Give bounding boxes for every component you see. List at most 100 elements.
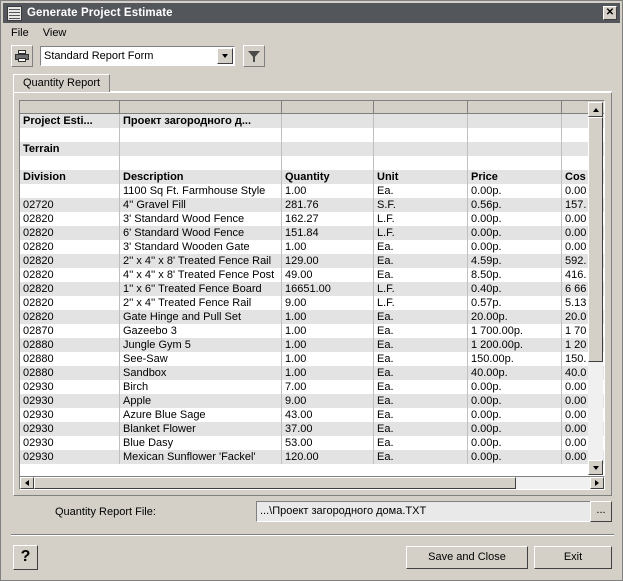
table-row[interactable]: 1100 Sq Ft. Farmhouse Style 1.00 Ea. 0.00р.… bbox=[20, 184, 604, 198]
table-row[interactable]: 02820 3' Standard Wooden Gate 1.00 Ea. 0.00р… bbox=[20, 240, 604, 254]
scroll-down-icon[interactable] bbox=[588, 460, 603, 475]
cell-price: 20.00р. bbox=[468, 310, 562, 324]
print-button[interactable] bbox=[11, 45, 33, 67]
cell-price: 40.00р. bbox=[468, 366, 562, 380]
cell-price: 0.00р. bbox=[468, 408, 562, 422]
table-row[interactable]: 02720 4'' Gravel Fill 281.76 S.F. 0.56р. 157. bbox=[20, 198, 604, 212]
cell-description: 3' Standard Wood Fence bbox=[120, 212, 282, 226]
meta-row-blank-1[interactable] bbox=[20, 128, 604, 142]
cell-description: 3' Standard Wooden Gate bbox=[120, 240, 282, 254]
col-header-4[interactable] bbox=[468, 101, 562, 114]
exit-button[interactable]: Exit bbox=[534, 546, 612, 569]
browse-button[interactable]: ... bbox=[590, 501, 612, 522]
cell-price: 0.00р. bbox=[468, 380, 562, 394]
save-and-close-button[interactable]: Save and Close bbox=[406, 546, 528, 569]
scroll-left-icon[interactable] bbox=[20, 477, 34, 489]
cell-description: Gate Hinge and Pull Set bbox=[120, 310, 282, 324]
cell-unit: Ea. bbox=[374, 380, 468, 394]
horizontal-scrollbar[interactable] bbox=[19, 476, 605, 490]
cell-description: Birch bbox=[120, 380, 282, 394]
table-row[interactable]: 02930 Blanket Flower 37.00 Ea. 0.00р. 0.00 bbox=[20, 422, 604, 436]
table-row[interactable]: 02930 Apple 9.00 Ea. 0.00р. 0.00 bbox=[20, 394, 604, 408]
cell-price: 0.00р. bbox=[468, 226, 562, 240]
table-row[interactable]: 02820 1'' x 6'' Treated Fence Board 16651.… bbox=[20, 282, 604, 296]
table-row[interactable]: 02820 4'' x 4'' x 8' Treated Fence Post 49… bbox=[20, 268, 604, 282]
meta-row-project-estimate[interactable]: Project Esti... Проект загородного д... bbox=[20, 114, 604, 128]
chevron-down-icon[interactable] bbox=[217, 48, 233, 64]
cell-description: Blanket Flower bbox=[120, 422, 282, 436]
table-row[interactable]: 02930 Blue Dasy 53.00 Ea. 0.00р. 0.00 bbox=[20, 436, 604, 450]
cell-division: 02930 bbox=[20, 394, 120, 408]
table-row[interactable]: 02880 Sandbox 1.00 Ea. 40.00р. 40.0 bbox=[20, 366, 604, 380]
quantity-report-file-input[interactable]: ...\Проект загородного дома.TXT bbox=[256, 501, 601, 522]
cell-description: Mexican Sunflower 'Fackel' bbox=[120, 450, 282, 464]
cell-unit: Ea. bbox=[374, 366, 468, 380]
cell-quantity: 151.84 bbox=[282, 226, 374, 240]
cell-division: 02880 bbox=[20, 338, 120, 352]
table-row[interactable]: 02870 Gazeebo 3 1.00 Ea. 1 700.00р. 1 70 bbox=[20, 324, 604, 338]
table-row[interactable]: 02930 Mexican Sunflower 'Fackel' 120.00 Ea.… bbox=[20, 450, 604, 464]
cell-unit: Ea. bbox=[374, 254, 468, 268]
scroll-up-icon[interactable] bbox=[588, 102, 603, 117]
col-header-3[interactable] bbox=[374, 101, 468, 114]
table-row[interactable]: 02880 Jungle Gym 5 1.00 Ea. 1 200.00р. 1 20 bbox=[20, 338, 604, 352]
cell-quantity: 16651.00 bbox=[282, 282, 374, 296]
meta-value bbox=[120, 128, 282, 142]
column-header-unit: Unit bbox=[374, 170, 468, 184]
menu-item-view[interactable]: View bbox=[36, 26, 74, 40]
table-row[interactable]: 02930 Azure Blue Sage 43.00 Ea. 0.00р. 0.00 bbox=[20, 408, 604, 422]
vertical-scroll-thumb[interactable] bbox=[588, 117, 603, 362]
scroll-right-icon[interactable] bbox=[590, 477, 604, 489]
meta-pad-3 bbox=[374, 114, 468, 128]
tabstrip: Quantity Report bbox=[13, 74, 612, 92]
cell-division: 02720 bbox=[20, 198, 120, 212]
horizontal-scroll-thumb[interactable] bbox=[34, 477, 516, 489]
help-button[interactable]: ? bbox=[13, 545, 38, 570]
col-header-1[interactable] bbox=[120, 101, 282, 114]
cell-division bbox=[20, 184, 120, 198]
grid-rows: Project Esti... Проект загородного д... bbox=[20, 114, 604, 476]
table-row[interactable]: 02820 Gate Hinge and Pull Set 1.00 Ea. 20.00… bbox=[20, 310, 604, 324]
meta-pad-4 bbox=[468, 114, 562, 128]
table-row[interactable]: 02930 Birch 7.00 Ea. 0.00р. 0.00 bbox=[20, 380, 604, 394]
vertical-scrollbar[interactable] bbox=[588, 102, 603, 475]
cell-price: 8.50р. bbox=[468, 268, 562, 282]
cell-quantity: 162.27 bbox=[282, 212, 374, 226]
data-rows-host: 1100 Sq Ft. Farmhouse Style 1.00 Ea. 0.00р.… bbox=[20, 184, 604, 464]
cell-description: Azure Blue Sage bbox=[120, 408, 282, 422]
cell-unit: Ea. bbox=[374, 450, 468, 464]
meta-row-blank-2[interactable] bbox=[20, 156, 604, 170]
cell-description: 4'' x 4'' x 8' Treated Fence Post bbox=[120, 268, 282, 282]
meta-row-terrain[interactable]: Terrain bbox=[20, 142, 604, 156]
meta-pad-3 bbox=[374, 156, 468, 170]
cell-price: 1 200.00р. bbox=[468, 338, 562, 352]
cell-unit: Ea. bbox=[374, 310, 468, 324]
cell-quantity: 1.00 bbox=[282, 324, 374, 338]
cell-price: 0.00р. bbox=[468, 436, 562, 450]
footer-divider bbox=[11, 534, 614, 536]
cell-description: Jungle Gym 5 bbox=[120, 338, 282, 352]
tab-quantity-report[interactable]: Quantity Report bbox=[13, 74, 111, 92]
table-row[interactable]: 02820 6' Standard Wood Fence 151.84 L.F. 0.0… bbox=[20, 226, 604, 240]
cell-unit: Ea. bbox=[374, 338, 468, 352]
table-row[interactable]: 02880 See-Saw 1.00 Ea. 150.00р. 150. bbox=[20, 352, 604, 366]
cell-quantity: 1.00 bbox=[282, 240, 374, 254]
cell-division: 02820 bbox=[20, 296, 120, 310]
report-form-select[interactable]: Standard Report Form bbox=[40, 46, 235, 66]
meta-label bbox=[20, 156, 120, 170]
cell-quantity: 1.00 bbox=[282, 338, 374, 352]
col-header-0[interactable] bbox=[20, 101, 120, 114]
cell-description: 6' Standard Wood Fence bbox=[120, 226, 282, 240]
menu-item-file[interactable]: File bbox=[4, 26, 36, 40]
table-row[interactable]: 02820 3' Standard Wood Fence 162.27 L.F. 0.0… bbox=[20, 212, 604, 226]
quantity-report-file-row: Quantity Report File: ...\Проект загород… bbox=[13, 501, 612, 523]
table-row[interactable]: 02820 2'' x 4'' Treated Fence Rail 9.00 L.F… bbox=[20, 296, 604, 310]
close-icon[interactable]: ✕ bbox=[603, 6, 617, 20]
cell-division: 02930 bbox=[20, 408, 120, 422]
filter-button[interactable] bbox=[243, 45, 265, 67]
col-header-2[interactable] bbox=[282, 101, 374, 114]
meta-pad-2 bbox=[282, 142, 374, 156]
cell-unit: L.F. bbox=[374, 282, 468, 296]
table-row[interactable]: 02820 2'' x 4'' x 8' Treated Fence Rail 12… bbox=[20, 254, 604, 268]
cell-price: 0.00р. bbox=[468, 422, 562, 436]
